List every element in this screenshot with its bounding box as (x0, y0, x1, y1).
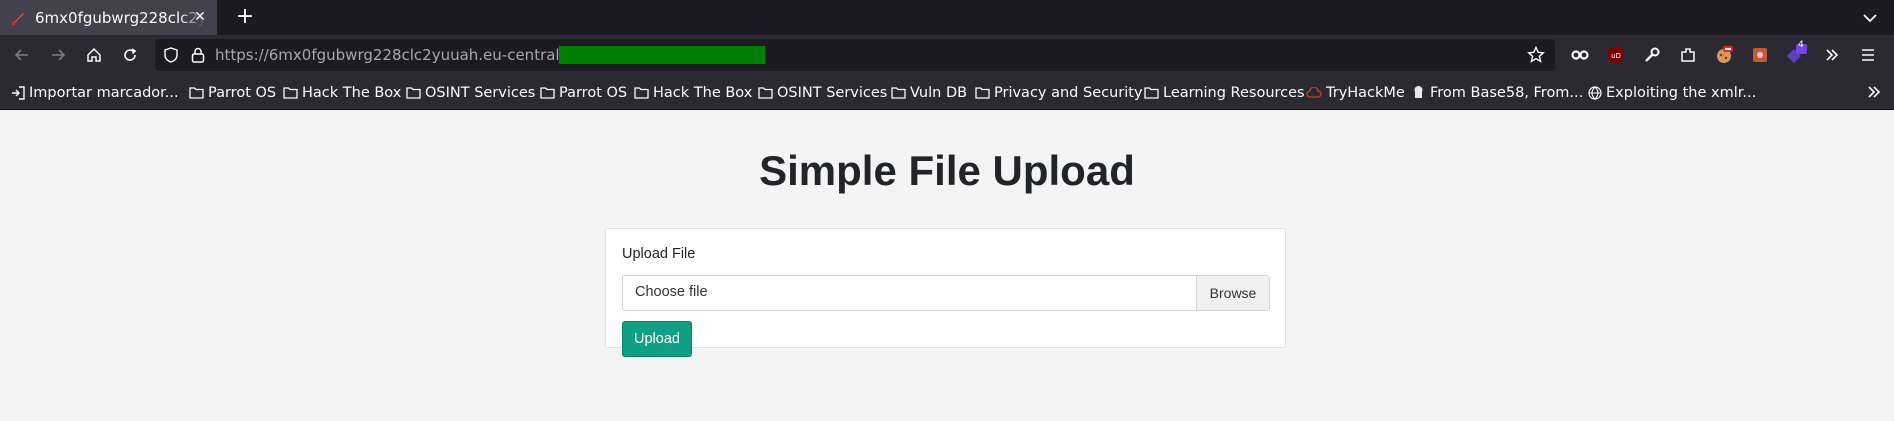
svg-text:uD: uD (1611, 52, 1621, 60)
import-icon (12, 85, 25, 100)
url-bar[interactable]: https://6mx0fgubwrg228clc2yuuah.eu-centr… (155, 39, 1555, 71)
bookmark-folder[interactable]: OSINT Services (758, 75, 887, 110)
bookmark-folder[interactable]: Hack The Box (283, 75, 401, 110)
active-tab[interactable]: 6mx0fgubwrg228clc2yuuah ✕ (0, 0, 217, 35)
extensions-puzzle-icon[interactable] (1676, 43, 1700, 67)
bookmark-folder[interactable]: Parrot OS (540, 75, 627, 110)
overflow-chevrons-icon[interactable] (1820, 43, 1844, 67)
page-content: Simple File Upload Upload File Choose fi… (0, 110, 1894, 421)
bookmark-item[interactable]: TryHackMe (1306, 75, 1405, 110)
file-input[interactable]: Choose file Browse (622, 275, 1270, 311)
home-button[interactable] (82, 43, 106, 67)
arrow-right-icon (52, 49, 66, 61)
hamburger-menu-icon[interactable] (1856, 43, 1880, 67)
badge-extension-icon[interactable]: 4 (1784, 40, 1808, 67)
folder-icon (540, 87, 555, 99)
extension-badge-count: 4 (1798, 40, 1804, 50)
url-text[interactable]: https://6mx0fgubwrg228clc2yuuah.eu-centr… (215, 46, 579, 64)
folder-icon (634, 87, 649, 99)
bookmark-item[interactable]: From Base58, From... (1411, 75, 1583, 110)
back-button[interactable] (10, 43, 34, 67)
folder-icon (975, 87, 990, 99)
upload-form: Upload File Choose file Browse Upload (605, 228, 1286, 357)
folder-icon (1144, 87, 1159, 99)
wrench-icon[interactable] (1640, 43, 1664, 67)
tab-strip: 6mx0fgubwrg228clc2yuuah ✕ + (0, 0, 1894, 35)
bookmark-folder[interactable]: OSINT Services (406, 75, 535, 110)
folder-icon (406, 87, 421, 99)
tab-title: 6mx0fgubwrg228clc2yuuah (35, 8, 205, 27)
navigation-bar: https://6mx0fgubwrg228clc2yuuah.eu-centr… (0, 35, 1894, 75)
container-extension-icon[interactable] (1748, 43, 1772, 67)
reload-button[interactable] (118, 43, 142, 67)
globe-icon (1588, 85, 1602, 100)
chevron-down-icon[interactable] (1860, 8, 1880, 28)
page-title: Simple File Upload (759, 147, 1135, 194)
private-mask-icon[interactable] (1568, 43, 1592, 67)
bookmarks-bar: Importar marcador... Parrot OS Hack The … (0, 75, 1894, 110)
bookmark-folder[interactable]: Vuln DB (891, 75, 967, 110)
close-tab-icon[interactable]: ✕ (191, 8, 209, 26)
folder-icon (189, 87, 204, 99)
tab-favicon-icon (12, 12, 24, 25)
bookmark-item[interactable]: Exploiting the xmlr... (1588, 75, 1756, 110)
home-icon (87, 47, 101, 62)
url-redaction (559, 46, 765, 64)
bookmark-folder[interactable]: Privacy and Security (975, 75, 1143, 110)
bookmark-folder[interactable]: Learning Resources (1144, 75, 1305, 110)
forward-button[interactable] (46, 43, 70, 67)
bookmark-folder[interactable]: Parrot OS (189, 75, 276, 110)
bookmark-star-icon[interactable] (1527, 46, 1545, 64)
folder-icon (283, 87, 298, 99)
arrow-left-icon (14, 49, 28, 61)
file-input-placeholder: Choose file (635, 284, 708, 300)
folder-icon (891, 87, 906, 99)
new-tab-icon[interactable]: + (233, 5, 257, 29)
browse-button[interactable]: Browse (1196, 276, 1269, 310)
shield-icon[interactable] (163, 47, 179, 63)
ublock-icon[interactable]: uD (1604, 43, 1628, 67)
bookmark-item[interactable]: Importar marcador... (11, 75, 179, 110)
cookie-extension-icon[interactable] (1712, 43, 1736, 67)
chef-icon (1414, 86, 1423, 98)
bookmark-folder[interactable]: Hack The Box (634, 75, 752, 110)
folder-icon (758, 87, 773, 99)
lock-icon[interactable] (190, 46, 206, 64)
reload-icon (124, 48, 137, 61)
upload-file-label: Upload File (622, 246, 696, 262)
upload-button[interactable]: Upload (622, 321, 692, 357)
bookmarks-overflow-icon[interactable] (1866, 84, 1882, 100)
cloud-icon (1306, 86, 1322, 98)
